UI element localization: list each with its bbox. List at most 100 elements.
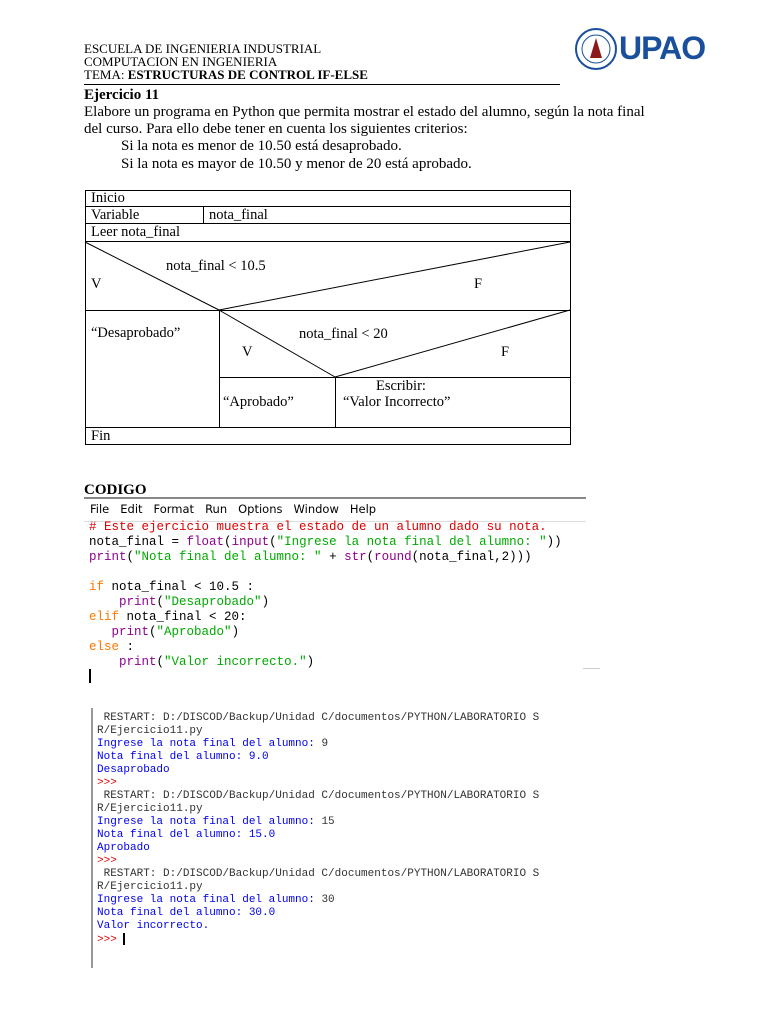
menu-file[interactable]: File [90, 502, 109, 516]
code-line-token: "Valor incorrecto." [164, 655, 307, 669]
code-line-token: ( [156, 595, 165, 609]
shell-line: >>> [97, 777, 539, 790]
shell-line: Nota final del alumno: 15.0 [97, 829, 539, 842]
code-line: nota_final = float(input("Ingrese la not… [89, 535, 562, 550]
shell-line: >>> [97, 933, 539, 946]
text-cursor [89, 669, 91, 683]
code-line-token: ) [231, 625, 240, 639]
code-line-token: (nota_final,2))) [411, 550, 532, 564]
true-label: V [242, 344, 253, 360]
code-line-token: # Este ejercicio muestra el estado de un… [89, 520, 547, 534]
shell-line-token: Valor incorrecto. [97, 920, 210, 932]
code-line-token: ( [126, 550, 135, 564]
code-line-token [89, 625, 112, 639]
menu-format[interactable]: Format [154, 502, 195, 516]
menu-edit[interactable]: Edit [120, 502, 142, 516]
code-line: print("Aprobado") [89, 625, 562, 640]
menu-run[interactable]: Run [205, 502, 227, 516]
code-line-token: nota_final < 20: [119, 610, 247, 624]
shell-line-token: Ingrese la nota final del alumno: [97, 894, 322, 906]
shell-line-token: Ingrese la nota final del alumno: [97, 738, 322, 750]
shell-line: Desaprobado [97, 764, 539, 777]
shell-line-token: R/Ejercicio11.py [97, 803, 203, 815]
code-line-token: elif [89, 610, 120, 624]
output-desaprobado: “Desaprobado” [91, 325, 181, 341]
code-line-token: ( [149, 625, 157, 639]
shell-line: >>> [97, 855, 539, 868]
shell-cursor [123, 933, 126, 945]
code-line: print("Nota final del alumno: " + str(ro… [89, 550, 562, 565]
code-line-token: ( [224, 535, 232, 549]
shell-line-token: 9 [321, 738, 329, 750]
code-line-token: "Desaprobado" [164, 595, 262, 609]
code-line-token [89, 595, 119, 609]
shell-line-token: Nota final del alumno: 30.0 [97, 907, 276, 919]
code-line-token: ( [269, 535, 277, 549]
menu-window[interactable]: Window [294, 502, 339, 516]
code-line-token: print [111, 625, 150, 639]
output-valor-incorrecto: “Valor Incorrecto” [343, 394, 451, 410]
shell-line: R/Ejercicio11.py [97, 725, 539, 738]
document-page: ESCUELA DE INGENIERIA INDUSTRIAL COMPUTA… [0, 0, 768, 1024]
write-label: Escribir: [376, 378, 426, 394]
code-line: print("Desaprobado") [89, 595, 562, 610]
shell-line: RESTART: D:/DISCOD/Backup/Unidad C/docum… [97, 790, 540, 803]
shell-border [91, 708, 93, 968]
code-line: print("Valor incorrecto.") [89, 655, 562, 670]
code-line-token: if [89, 580, 105, 594]
false-label: F [501, 344, 510, 360]
code-line-token: float [186, 535, 225, 549]
code-line-token: )) [546, 535, 562, 549]
condition-2: nota_final < 20 [299, 326, 388, 342]
shell-line: Valor incorrecto. [97, 920, 539, 933]
shell-line-token: Desaprobado [97, 764, 170, 776]
shell-line-token: R/Ejercicio11.py [97, 881, 203, 893]
code-line-token: input [231, 535, 270, 549]
shell-line: Ingrese la nota final del alumno: 15 [97, 816, 539, 829]
shell-line: R/Ejercicio11.py [97, 881, 539, 894]
shell-line-token: Aprobado [97, 842, 150, 854]
variable-value: nota_final [209, 207, 268, 223]
code-line-token: "Aprobado" [156, 625, 232, 639]
shell-line-token: >>> [97, 855, 117, 867]
code-line: # Este ejercicio muestra el estado de un… [89, 520, 562, 535]
read-step: Leer nota_final [91, 224, 180, 240]
code-line-token: str [344, 550, 367, 564]
code-line: if nota_final < 10.5 : [89, 580, 562, 595]
code-line-token: print [89, 550, 127, 564]
shell-output: RESTART: D:/DISCOD/Backup/Unidad C/docum… [97, 712, 539, 946]
code-editor[interactable]: # Este ejercicio muestra el estado de un… [89, 520, 562, 670]
shell-line-token: 30 [321, 894, 335, 906]
code-line-token: : [119, 640, 135, 654]
output-aprobado: “Aprobado” [223, 394, 294, 410]
variable-label: Variable [91, 207, 140, 223]
code-line-token: nota_final < 10.5 : [104, 580, 255, 594]
menu-options[interactable]: Options [238, 502, 282, 516]
shell-line-token: >>> [97, 933, 124, 946]
code-line-token: print [119, 595, 157, 609]
true-label: V [91, 276, 102, 292]
shell-line-token: Nota final del alumno: 9.0 [97, 751, 269, 763]
end-label: Fin [91, 428, 111, 444]
code-line-token: "Nota final del alumno: " [134, 550, 322, 564]
shell-line-token: Nota final del alumno: 15.0 [97, 829, 276, 841]
code-line-token: print [119, 655, 157, 669]
code-line-token: ( [366, 550, 375, 564]
condition-1: nota_final < 10.5 [166, 258, 266, 274]
code-line: else : [89, 640, 562, 655]
shell-line: Aprobado [97, 842, 539, 855]
shell-line-token: Ingrese la nota final del alumno: [97, 816, 322, 828]
shell-line: Ingrese la nota final del alumno: 30 [97, 894, 539, 907]
shell-line: RESTART: D:/DISCOD/Backup/Unidad C/docum… [97, 868, 540, 881]
false-label: F [474, 276, 483, 292]
shell-line-token: RESTART: D:/DISCOD/Backup/Unidad C/docum… [97, 712, 540, 724]
shell-line: Ingrese la nota final del alumno: 9 [97, 738, 539, 751]
code-line-token: "Ingrese la nota final del alumno: " [276, 535, 547, 549]
code-line-token: nota_final = [89, 535, 187, 549]
shell-line-token: >>> [97, 777, 117, 789]
menu-help[interactable]: Help [350, 502, 376, 516]
editor-menubar: File Edit Format Run Options Window Help [84, 497, 586, 522]
code-line-token: ( [156, 655, 165, 669]
shell-line: Nota final del alumno: 9.0 [97, 751, 539, 764]
